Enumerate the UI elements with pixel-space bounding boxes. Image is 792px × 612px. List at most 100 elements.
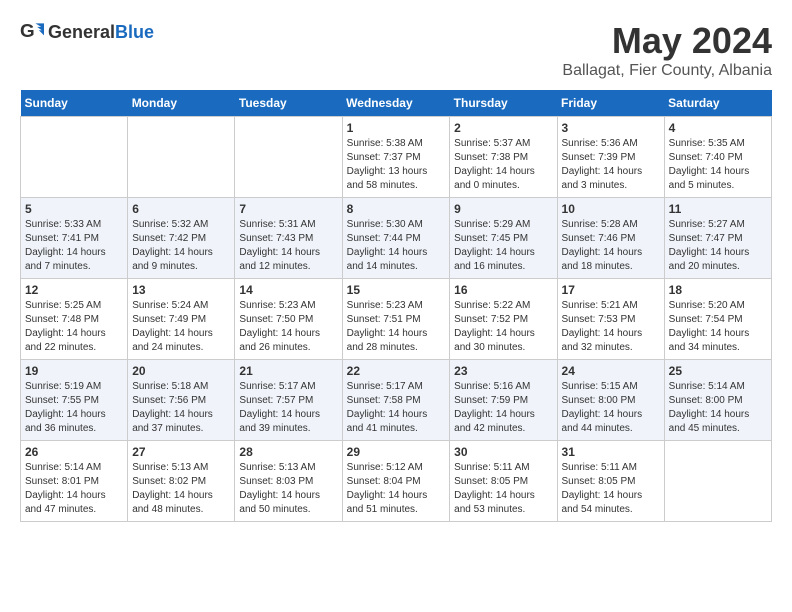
day-number: 4 <box>669 121 767 135</box>
day-info: Sunrise: 5:11 AM Sunset: 8:05 PM Dayligh… <box>562 461 660 517</box>
day-info: Sunrise: 5:28 AM Sunset: 7:46 PM Dayligh… <box>562 218 660 274</box>
calendar-cell: 14 Sunrise: 5:23 AM Sunset: 7:50 PM Dayli… <box>235 279 342 360</box>
title-area: May 2024 Ballagat, Fier County, Albania <box>562 20 772 80</box>
day-header-saturday: Saturday <box>664 90 771 117</box>
day-number: 1 <box>347 121 446 135</box>
day-header-tuesday: Tuesday <box>235 90 342 117</box>
day-number: 10 <box>562 202 660 216</box>
day-number: 23 <box>454 364 552 378</box>
calendar-cell: 25 Sunrise: 5:14 AM Sunset: 8:00 PM Dayli… <box>664 360 771 441</box>
calendar-week-3: 12Sunrise: 5:25 AM Sunset: 7:48 PM Dayli… <box>21 279 772 360</box>
calendar-body: 1 Sunrise: 5:38 AM Sunset: 7:37 PM Daylig… <box>21 117 772 522</box>
day-number: 6 <box>132 202 230 216</box>
day-info: Sunrise: 5:38 AM Sunset: 7:37 PM Dayligh… <box>347 137 446 193</box>
day-info: Sunrise: 5:17 AM Sunset: 7:58 PM Dayligh… <box>347 380 446 436</box>
calendar-week-5: 26 Sunrise: 5:14 AM Sunset: 8:01 PM Dayli… <box>21 441 772 522</box>
calendar-cell: 26 Sunrise: 5:14 AM Sunset: 8:01 PM Dayli… <box>21 441 128 522</box>
day-number: 29 <box>347 445 446 459</box>
day-info: Sunrise: 5:13 AM Sunset: 8:03 PM Dayligh… <box>239 461 337 517</box>
calendar-cell: 11 Sunrise: 5:27 AM Sunset: 7:47 PM Dayli… <box>664 198 771 279</box>
calendar-cell: 27 Sunrise: 5:13 AM Sunset: 8:02 PM Dayli… <box>128 441 235 522</box>
logo-blue: Blue <box>115 22 154 42</box>
day-info: Sunrise: 5:20 AM Sunset: 7:54 PM Dayligh… <box>669 299 767 355</box>
day-number: 7 <box>239 202 337 216</box>
day-number: 24 <box>562 364 660 378</box>
day-number: 9 <box>454 202 552 216</box>
calendar-header-row: SundayMondayTuesdayWednesdayThursdayFrid… <box>21 90 772 117</box>
day-info: Sunrise: 5:16 AM Sunset: 7:59 PM Dayligh… <box>454 380 552 436</box>
calendar-cell: 23 Sunrise: 5:16 AM Sunset: 7:59 PM Dayli… <box>450 360 557 441</box>
calendar-cell: 18 Sunrise: 5:20 AM Sunset: 7:54 PM Dayli… <box>664 279 771 360</box>
day-number: 2 <box>454 121 552 135</box>
month-year: May 2024 <box>562 20 772 62</box>
svg-text:G: G <box>20 20 35 41</box>
calendar-week-1: 1 Sunrise: 5:38 AM Sunset: 7:37 PM Daylig… <box>21 117 772 198</box>
day-header-wednesday: Wednesday <box>342 90 450 117</box>
day-info: Sunrise: 5:32 AM Sunset: 7:42 PM Dayligh… <box>132 218 230 274</box>
calendar-cell: 16Sunrise: 5:22 AM Sunset: 7:52 PM Dayli… <box>450 279 557 360</box>
calendar-cell: 4 Sunrise: 5:35 AM Sunset: 7:40 PM Daylig… <box>664 117 771 198</box>
calendar-cell: 10 Sunrise: 5:28 AM Sunset: 7:46 PM Dayli… <box>557 198 664 279</box>
calendar-cell: 6 Sunrise: 5:32 AM Sunset: 7:42 PM Daylig… <box>128 198 235 279</box>
day-header-sunday: Sunday <box>21 90 128 117</box>
calendar-cell: 19Sunrise: 5:19 AM Sunset: 7:55 PM Dayli… <box>21 360 128 441</box>
day-number: 25 <box>669 364 767 378</box>
day-info: Sunrise: 5:23 AM Sunset: 7:51 PM Dayligh… <box>347 299 446 355</box>
day-info: Sunrise: 5:24 AM Sunset: 7:49 PM Dayligh… <box>132 299 230 355</box>
calendar-cell: 20Sunrise: 5:18 AM Sunset: 7:56 PM Dayli… <box>128 360 235 441</box>
day-info: Sunrise: 5:14 AM Sunset: 8:00 PM Dayligh… <box>669 380 767 436</box>
day-info: Sunrise: 5:35 AM Sunset: 7:40 PM Dayligh… <box>669 137 767 193</box>
day-number: 11 <box>669 202 767 216</box>
day-info: Sunrise: 5:27 AM Sunset: 7:47 PM Dayligh… <box>669 218 767 274</box>
day-info: Sunrise: 5:11 AM Sunset: 8:05 PM Dayligh… <box>454 461 552 517</box>
day-info: Sunrise: 5:14 AM Sunset: 8:01 PM Dayligh… <box>25 461 123 517</box>
day-number: 21 <box>239 364 337 378</box>
day-number: 14 <box>239 283 337 297</box>
day-number: 26 <box>25 445 123 459</box>
day-number: 22 <box>347 364 446 378</box>
day-number: 8 <box>347 202 446 216</box>
day-info: Sunrise: 5:31 AM Sunset: 7:43 PM Dayligh… <box>239 218 337 274</box>
calendar: SundayMondayTuesdayWednesdayThursdayFrid… <box>20 90 772 522</box>
day-info: Sunrise: 5:15 AM Sunset: 8:00 PM Dayligh… <box>562 380 660 436</box>
calendar-cell <box>664 441 771 522</box>
day-info: Sunrise: 5:37 AM Sunset: 7:38 PM Dayligh… <box>454 137 552 193</box>
calendar-cell <box>235 117 342 198</box>
calendar-cell: 9 Sunrise: 5:29 AM Sunset: 7:45 PM Daylig… <box>450 198 557 279</box>
day-info: Sunrise: 5:17 AM Sunset: 7:57 PM Dayligh… <box>239 380 337 436</box>
logo: G GeneralBlue <box>20 20 154 44</box>
day-info: Sunrise: 5:19 AM Sunset: 7:55 PM Dayligh… <box>25 380 123 436</box>
calendar-cell: 31 Sunrise: 5:11 AM Sunset: 8:05 PM Dayli… <box>557 441 664 522</box>
day-header-thursday: Thursday <box>450 90 557 117</box>
day-number: 15 <box>347 283 446 297</box>
day-number: 27 <box>132 445 230 459</box>
day-number: 5 <box>25 202 123 216</box>
calendar-week-2: 5Sunrise: 5:33 AM Sunset: 7:41 PM Daylig… <box>21 198 772 279</box>
location: Ballagat, Fier County, Albania <box>562 62 772 80</box>
calendar-cell: 13 Sunrise: 5:24 AM Sunset: 7:49 PM Dayli… <box>128 279 235 360</box>
calendar-cell: 2 Sunrise: 5:37 AM Sunset: 7:38 PM Daylig… <box>450 117 557 198</box>
day-info: Sunrise: 5:13 AM Sunset: 8:02 PM Dayligh… <box>132 461 230 517</box>
day-info: Sunrise: 5:29 AM Sunset: 7:45 PM Dayligh… <box>454 218 552 274</box>
day-info: Sunrise: 5:23 AM Sunset: 7:50 PM Dayligh… <box>239 299 337 355</box>
calendar-cell: 1 Sunrise: 5:38 AM Sunset: 7:37 PM Daylig… <box>342 117 450 198</box>
day-header-friday: Friday <box>557 90 664 117</box>
calendar-cell: 8 Sunrise: 5:30 AM Sunset: 7:44 PM Daylig… <box>342 198 450 279</box>
calendar-cell <box>21 117 128 198</box>
calendar-cell: 5Sunrise: 5:33 AM Sunset: 7:41 PM Daylig… <box>21 198 128 279</box>
calendar-cell: 7 Sunrise: 5:31 AM Sunset: 7:43 PM Daylig… <box>235 198 342 279</box>
day-number: 31 <box>562 445 660 459</box>
day-number: 12 <box>25 283 123 297</box>
logo-icon: G <box>20 20 44 44</box>
day-info: Sunrise: 5:36 AM Sunset: 7:39 PM Dayligh… <box>562 137 660 193</box>
header: G GeneralBlue May 2024 Ballagat, Fier Co… <box>20 20 772 80</box>
calendar-cell: 21 Sunrise: 5:17 AM Sunset: 7:57 PM Dayli… <box>235 360 342 441</box>
day-number: 13 <box>132 283 230 297</box>
day-info: Sunrise: 5:30 AM Sunset: 7:44 PM Dayligh… <box>347 218 446 274</box>
calendar-cell: 12Sunrise: 5:25 AM Sunset: 7:48 PM Dayli… <box>21 279 128 360</box>
calendar-cell: 22 Sunrise: 5:17 AM Sunset: 7:58 PM Dayli… <box>342 360 450 441</box>
calendar-cell: 30Sunrise: 5:11 AM Sunset: 8:05 PM Dayli… <box>450 441 557 522</box>
day-number: 28 <box>239 445 337 459</box>
day-number: 18 <box>669 283 767 297</box>
calendar-cell: 15 Sunrise: 5:23 AM Sunset: 7:51 PM Dayli… <box>342 279 450 360</box>
